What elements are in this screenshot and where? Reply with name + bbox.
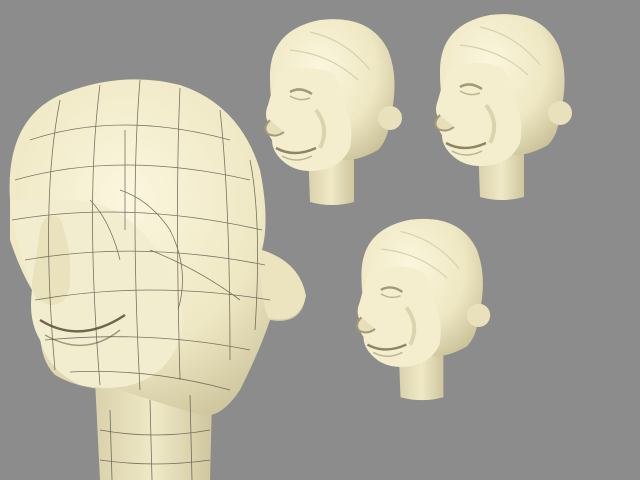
render-canvas [0,0,640,480]
3d-viewport[interactable] [0,0,640,480]
